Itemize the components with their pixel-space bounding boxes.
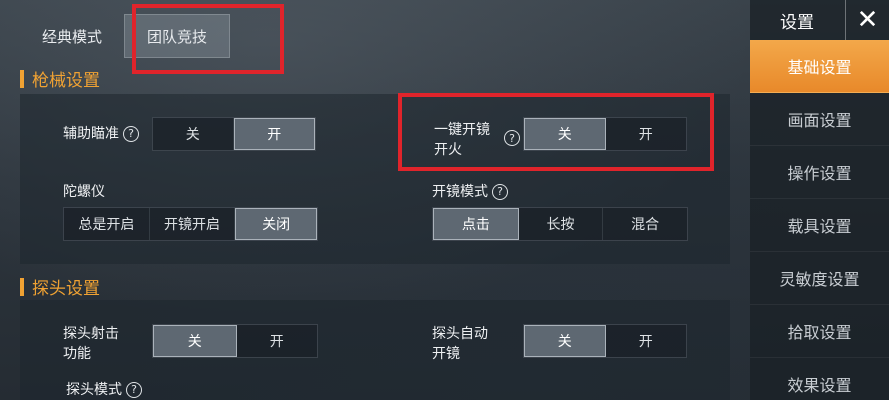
scope-mode-label: 开镜模式? [432, 182, 508, 202]
scope-mode-tap-option[interactable]: 点击 [433, 208, 519, 240]
settings-main: 经典模式 团队竞技 枪械设置 辅助瞄准? 关 开 一键开镜 开火 ? 关 开 陀… [0, 0, 750, 400]
help-icon[interactable]: ? [123, 126, 139, 142]
section-gun-settings: 枪械设置 [20, 66, 100, 91]
peek-fire-toggle: 关 开 [152, 324, 318, 358]
sidebar-item-basic-settings[interactable]: 基础设置 [750, 40, 889, 93]
help-icon[interactable]: ? [492, 184, 508, 200]
peek-mode-label: 探头模式? [66, 380, 142, 400]
help-icon[interactable]: ? [504, 130, 520, 146]
tab-classic-mode[interactable]: 经典模式 [20, 14, 124, 58]
close-icon[interactable]: ✕ [845, 0, 889, 40]
sidebar-item-pickup-settings[interactable]: 拾取设置 [750, 305, 889, 358]
peek-auto-scope-off-option[interactable]: 关 [524, 325, 606, 357]
scope-mode-mixed-option[interactable]: 混合 [603, 208, 687, 240]
help-icon[interactable]: ? [126, 382, 142, 398]
gyroscope-label: 陀螺仪 [63, 184, 105, 200]
peek-fire-label-line1: 探头射击 [63, 326, 119, 342]
one-tap-scope-fire-label: 一键开镜 开火 [434, 120, 490, 160]
one-tap-off-option[interactable]: 关 [524, 118, 606, 150]
tab-team-deathmatch[interactable]: 团队竞技 [124, 14, 231, 58]
sidebar-header: 设置 ✕ [750, 0, 889, 40]
peek-fire-on-option[interactable]: 开 [237, 325, 318, 357]
section-peek-settings: 探头设置 [20, 274, 100, 299]
aim-assist-toggle: 关 开 [152, 117, 316, 151]
sidebar-item-graphics-settings[interactable]: 画面设置 [750, 93, 889, 146]
peek-auto-scope-label-line2: 开镜 [432, 346, 460, 362]
sidebar-item-vehicle-settings[interactable]: 载具设置 [750, 199, 889, 252]
mode-tabs: 经典模式 团队竞技 [20, 8, 231, 64]
gyroscope-scope-on-option[interactable]: 开镜开启 [150, 208, 236, 240]
peek-auto-scope-label: 探头自动 开镜 [432, 324, 488, 364]
gyroscope-always-on-option[interactable]: 总是开启 [64, 208, 150, 240]
gyroscope-off-option[interactable]: 关闭 [235, 208, 317, 240]
sidebar-title: 设置 [780, 13, 814, 33]
one-tap-on-option[interactable]: 开 [606, 118, 687, 150]
peek-fire-off-option[interactable]: 关 [153, 325, 237, 357]
scope-mode-hold-option[interactable]: 长按 [519, 208, 604, 240]
aim-assist-on-option[interactable]: 开 [233, 118, 315, 150]
peek-auto-scope-label-line1: 探头自动 [432, 326, 488, 342]
sidebar-item-control-settings[interactable]: 操作设置 [750, 146, 889, 199]
settings-sidebar: 设置 ✕ 基础设置 画面设置 操作设置 载具设置 灵敏度设置 拾取设置 效果设置 [750, 0, 889, 400]
scope-mode-text: 开镜模式 [432, 184, 488, 200]
section-title: 枪械设置 [32, 71, 100, 91]
aim-assist-label: 辅助瞄准? [63, 124, 139, 144]
peek-auto-scope-toggle: 关 开 [523, 324, 687, 358]
peek-fire-label-line2: 功能 [63, 346, 91, 362]
scope-mode-selector: 点击 长按 混合 [432, 207, 688, 241]
sidebar-item-effects-settings[interactable]: 效果设置 [750, 358, 889, 400]
section-marker [20, 69, 24, 88]
one-tap-label-line1: 一键开镜 [434, 122, 490, 138]
peek-mode-text: 探头模式 [66, 382, 122, 398]
aim-assist-off-option[interactable]: 关 [153, 118, 234, 150]
gyroscope-selector: 总是开启 开镜开启 关闭 [63, 207, 318, 241]
one-tap-scope-fire-toggle: 关 开 [523, 117, 687, 151]
section-title: 探头设置 [32, 279, 100, 299]
peek-auto-scope-on-option[interactable]: 开 [606, 325, 687, 357]
peek-fire-label: 探头射击 功能 [63, 324, 119, 364]
section-marker [20, 277, 24, 296]
one-tap-label-line2: 开火 [434, 142, 462, 158]
sidebar-item-sensitivity-settings[interactable]: 灵敏度设置 [750, 252, 889, 305]
aim-assist-text: 辅助瞄准 [63, 126, 119, 142]
